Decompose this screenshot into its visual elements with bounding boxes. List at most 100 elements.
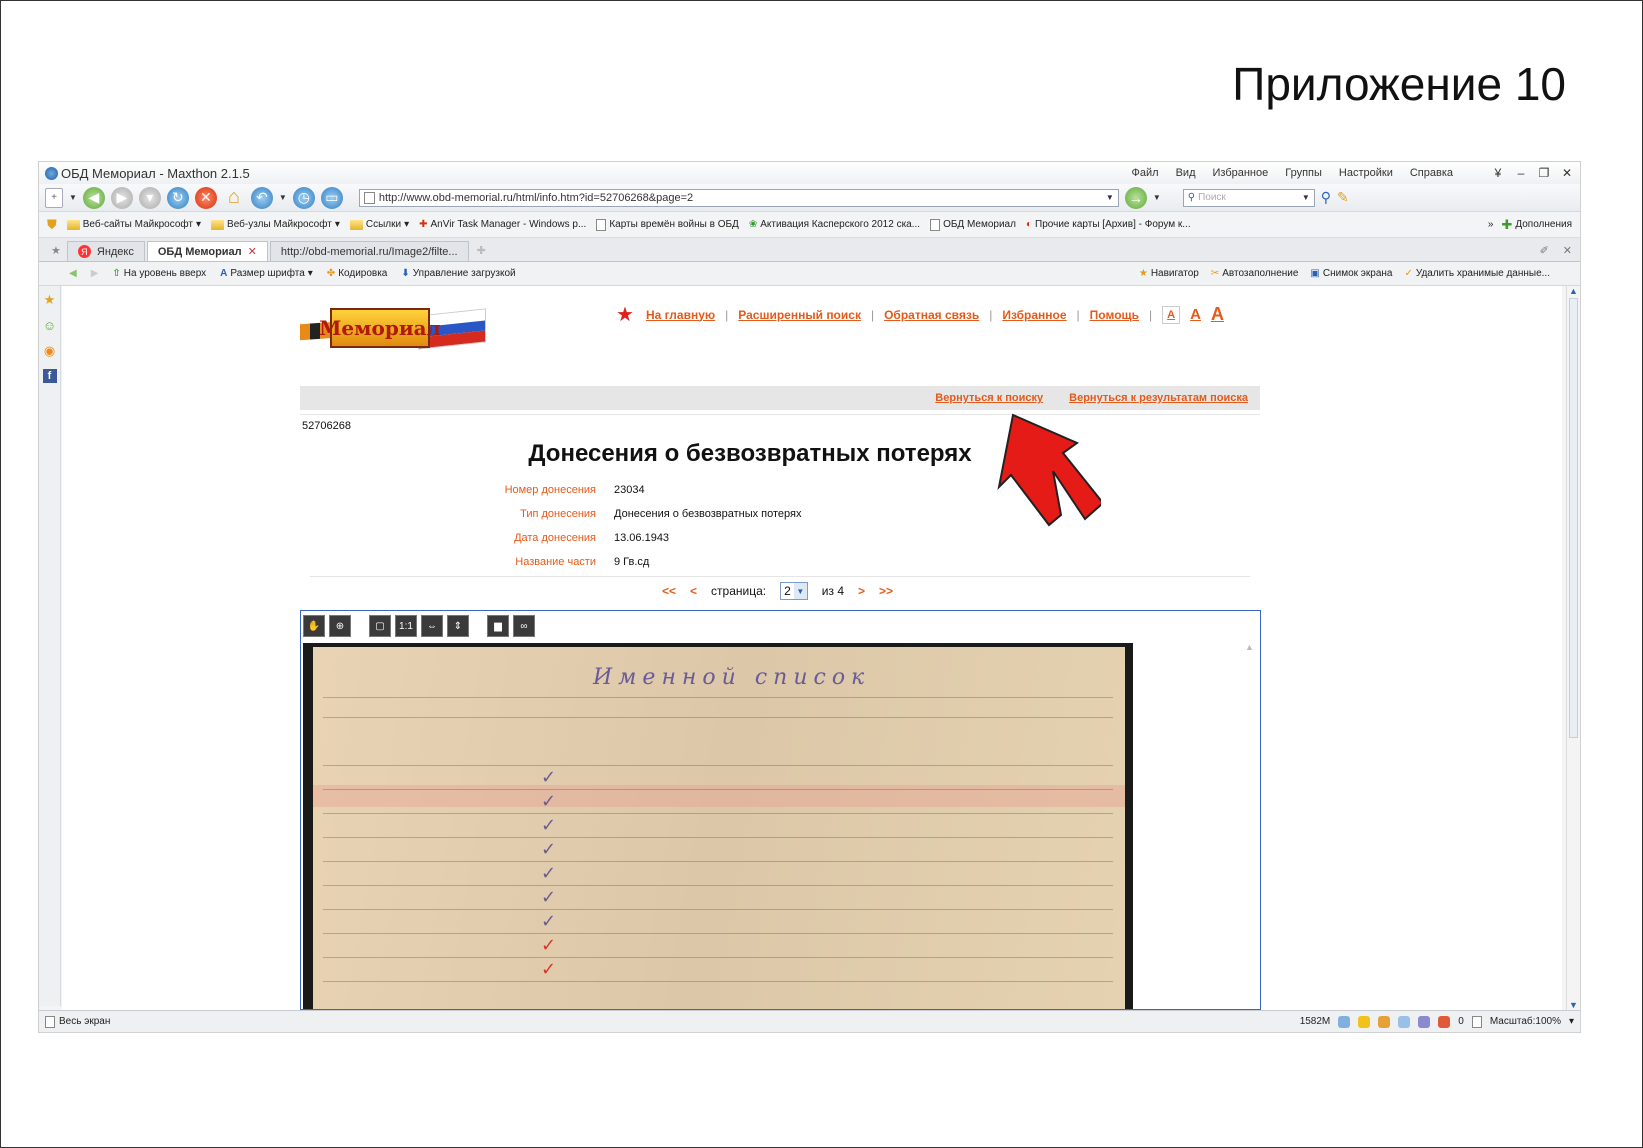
first-page-link[interactable]: << bbox=[662, 584, 676, 598]
font-size-large-link[interactable]: А bbox=[1211, 304, 1224, 325]
fit-height-icon[interactable]: ⇕ bbox=[447, 615, 469, 637]
rss-icon[interactable]: ◉ bbox=[44, 343, 55, 359]
chevron-down-icon[interactable]: ▼ bbox=[1569, 1000, 1578, 1010]
forward-arrow-icon[interactable]: ▶ bbox=[91, 268, 99, 279]
menu-file[interactable]: Файл bbox=[1132, 167, 1159, 179]
refresh-button[interactable]: ↻ bbox=[166, 186, 189, 209]
back-button[interactable]: ◀ bbox=[82, 186, 105, 209]
back-to-search-link[interactable]: Вернуться к поиску bbox=[935, 392, 1043, 404]
go-button[interactable]: → bbox=[1124, 186, 1147, 209]
scanned-document-image[interactable]: Именной список ✓ ✓ ✓ ✓ ✓ ✓ ✓ ✓ ✓ bbox=[303, 643, 1133, 1009]
window-list-icon[interactable]: ▭ bbox=[320, 186, 343, 209]
network-icon[interactable] bbox=[1338, 1015, 1351, 1028]
stop-button[interactable]: ✕ bbox=[194, 186, 217, 209]
tab-image-filter[interactable]: http://obd-memorial.ru/Image2/filte... bbox=[269, 241, 469, 261]
zoom-level[interactable]: Масштаб:100% bbox=[1490, 1016, 1561, 1027]
menu-groups[interactable]: Группы bbox=[1285, 167, 1322, 179]
menu-help[interactable]: Справка bbox=[1410, 167, 1453, 179]
bookmark-item[interactable]: ОБД Мемориал bbox=[930, 218, 1016, 231]
search-go-icon[interactable]: ⚲ bbox=[1321, 189, 1331, 206]
next-page-link[interactable]: > bbox=[858, 584, 865, 598]
nav-home-link[interactable]: На главную bbox=[646, 308, 715, 322]
link-icon[interactable]: ∞ bbox=[513, 615, 535, 637]
close-window-button[interactable]: ✕ bbox=[1560, 166, 1574, 180]
nav-feedback-link[interactable]: Обратная связь bbox=[884, 308, 979, 322]
fit-window-icon[interactable]: ▢ bbox=[369, 615, 391, 637]
search-input[interactable]: ⚲ Поиск ▼ bbox=[1182, 188, 1315, 207]
restore-button[interactable]: ❐ bbox=[1537, 166, 1551, 180]
hand-tool-icon[interactable]: ✋ bbox=[303, 615, 325, 637]
bookmark-item[interactable]: ❀ Активация Касперского 2012 ска... bbox=[749, 219, 920, 230]
back-to-results-link[interactable]: Вернуться к результатам поиска bbox=[1069, 392, 1248, 404]
close-all-icon[interactable]: ✕ bbox=[1563, 244, 1572, 257]
proxy-icon[interactable] bbox=[1378, 1015, 1391, 1028]
bookmark-item[interactable]: Карты времён войны в ОБД bbox=[596, 218, 739, 231]
encoding-button[interactable]: ✤ Кодировка bbox=[327, 268, 388, 279]
double-chevron-icon[interactable]: » bbox=[1488, 219, 1494, 230]
nav-help-link[interactable]: Помощь bbox=[1090, 308, 1139, 322]
font-size-medium-link[interactable]: А bbox=[1190, 306, 1201, 323]
chevron-down-icon[interactable]: ▼ bbox=[69, 193, 77, 202]
navigator-button[interactable]: ★ Навигатор bbox=[1139, 268, 1199, 279]
minimize-button[interactable]: – bbox=[1514, 166, 1528, 180]
tab-yandex[interactable]: Я Яндекс bbox=[66, 241, 145, 261]
tab-menu-icon[interactable]: ★ bbox=[47, 244, 65, 261]
menu-settings[interactable]: Настройки bbox=[1339, 167, 1393, 179]
bookmark-item[interactable]: Веб-сайты Майкрософт ▾ bbox=[66, 219, 201, 230]
fullscreen-label[interactable]: Весь экран bbox=[59, 1016, 110, 1027]
addons-button[interactable]: ✚ Дополнения bbox=[1501, 217, 1572, 233]
address-text[interactable]: http://www.obd-memorial.ru/html/info.htm… bbox=[379, 192, 1106, 204]
address-bar[interactable]: http://www.obd-memorial.ru/html/info.htm… bbox=[358, 188, 1119, 207]
actual-size-icon[interactable]: 1:1 bbox=[395, 615, 417, 637]
prev-page-link[interactable]: < bbox=[690, 584, 697, 598]
highlight-icon[interactable]: ✎ bbox=[1337, 189, 1349, 206]
history-dropdown-button[interactable]: ▾ bbox=[138, 186, 161, 209]
screenshot-button[interactable]: ▣ Снимок экрана bbox=[1310, 268, 1392, 279]
nav-favorites-link[interactable]: Избранное bbox=[1002, 308, 1066, 322]
chevron-down-icon[interactable]: ▼ bbox=[1302, 193, 1310, 202]
bookmark-item[interactable]: ◐ Прочие карты [Архив] - Форум к... bbox=[1026, 219, 1191, 230]
autofill-button[interactable]: ✂ Автозаполнение bbox=[1211, 268, 1299, 279]
chevron-down-icon[interactable]: ▼ bbox=[1153, 193, 1161, 202]
viewer-scrollbar[interactable]: ▲ bbox=[1245, 641, 1256, 961]
memorial-logo[interactable]: Мемориал bbox=[300, 302, 490, 356]
chevron-down-icon[interactable]: ▼ bbox=[793, 583, 807, 599]
new-tab-icon[interactable]: ✚ bbox=[471, 244, 492, 261]
lightning-icon[interactable] bbox=[1358, 1015, 1371, 1028]
font-size-button[interactable]: A Размер шрифта ▾ bbox=[220, 268, 313, 279]
menu-favorites[interactable]: Избранное bbox=[1213, 167, 1269, 179]
clock-icon[interactable]: ◷ bbox=[292, 186, 315, 209]
page-select[interactable]: 2 ▼ bbox=[780, 582, 808, 600]
new-page-icon[interactable]: + bbox=[45, 187, 63, 208]
facebook-icon[interactable]: f bbox=[42, 369, 57, 383]
chevrons-icon[interactable]: ¥ bbox=[1491, 166, 1505, 180]
diamond-icon[interactable] bbox=[1418, 1015, 1431, 1028]
chevron-down-icon[interactable]: ▼ bbox=[1106, 193, 1114, 202]
scrollbar-thumb[interactable] bbox=[1569, 298, 1578, 738]
bookmark-item[interactable]: ✚ AnVir Task Manager - Windows p... bbox=[419, 219, 586, 230]
chevron-down-icon[interactable]: ▼ bbox=[279, 193, 287, 202]
clear-data-button[interactable]: ✓ Удалить хранимые данные... bbox=[1404, 268, 1550, 279]
bookmark-item[interactable]: Ссылки ▾ bbox=[349, 219, 409, 230]
tab-obd-memorial[interactable]: ОБД Мемориал ✕ bbox=[146, 241, 268, 261]
nav-advanced-search-link[interactable]: Расширенный поиск bbox=[738, 308, 861, 322]
back-arrow-icon[interactable]: ◀ bbox=[69, 268, 77, 279]
home-button[interactable]: ⌂ bbox=[223, 186, 245, 209]
undo-close-button[interactable]: ↶ bbox=[250, 186, 273, 209]
font-size-small-link[interactable]: А bbox=[1162, 305, 1181, 324]
menu-view[interactable]: Вид bbox=[1176, 167, 1196, 179]
download-manager-button[interactable]: ⬇ Управление загрузкой bbox=[401, 268, 515, 279]
chevron-up-icon[interactable]: ▲ bbox=[1245, 642, 1254, 652]
popup-blocker-icon[interactable] bbox=[1438, 1015, 1451, 1028]
save-icon[interactable]: ▆ bbox=[487, 615, 509, 637]
favorites-star-icon[interactable]: ★ bbox=[44, 292, 56, 308]
page-scrollbar[interactable]: ▲ ▼ bbox=[1566, 286, 1580, 1010]
chevron-up-icon[interactable]: ▲ bbox=[1569, 286, 1578, 296]
level-up-button[interactable]: ⇧ На уровень вверх bbox=[112, 268, 206, 279]
forward-button[interactable]: ▶ bbox=[110, 186, 133, 209]
bookmark-item[interactable]: Веб-узлы Майкрософт ▾ bbox=[211, 219, 340, 230]
close-tab-icon[interactable]: ✕ bbox=[248, 245, 257, 258]
chevron-down-icon[interactable]: ▾ bbox=[1569, 1016, 1574, 1027]
contacts-icon[interactable]: ☺ bbox=[43, 318, 56, 333]
folder-icon[interactable] bbox=[1398, 1015, 1411, 1028]
